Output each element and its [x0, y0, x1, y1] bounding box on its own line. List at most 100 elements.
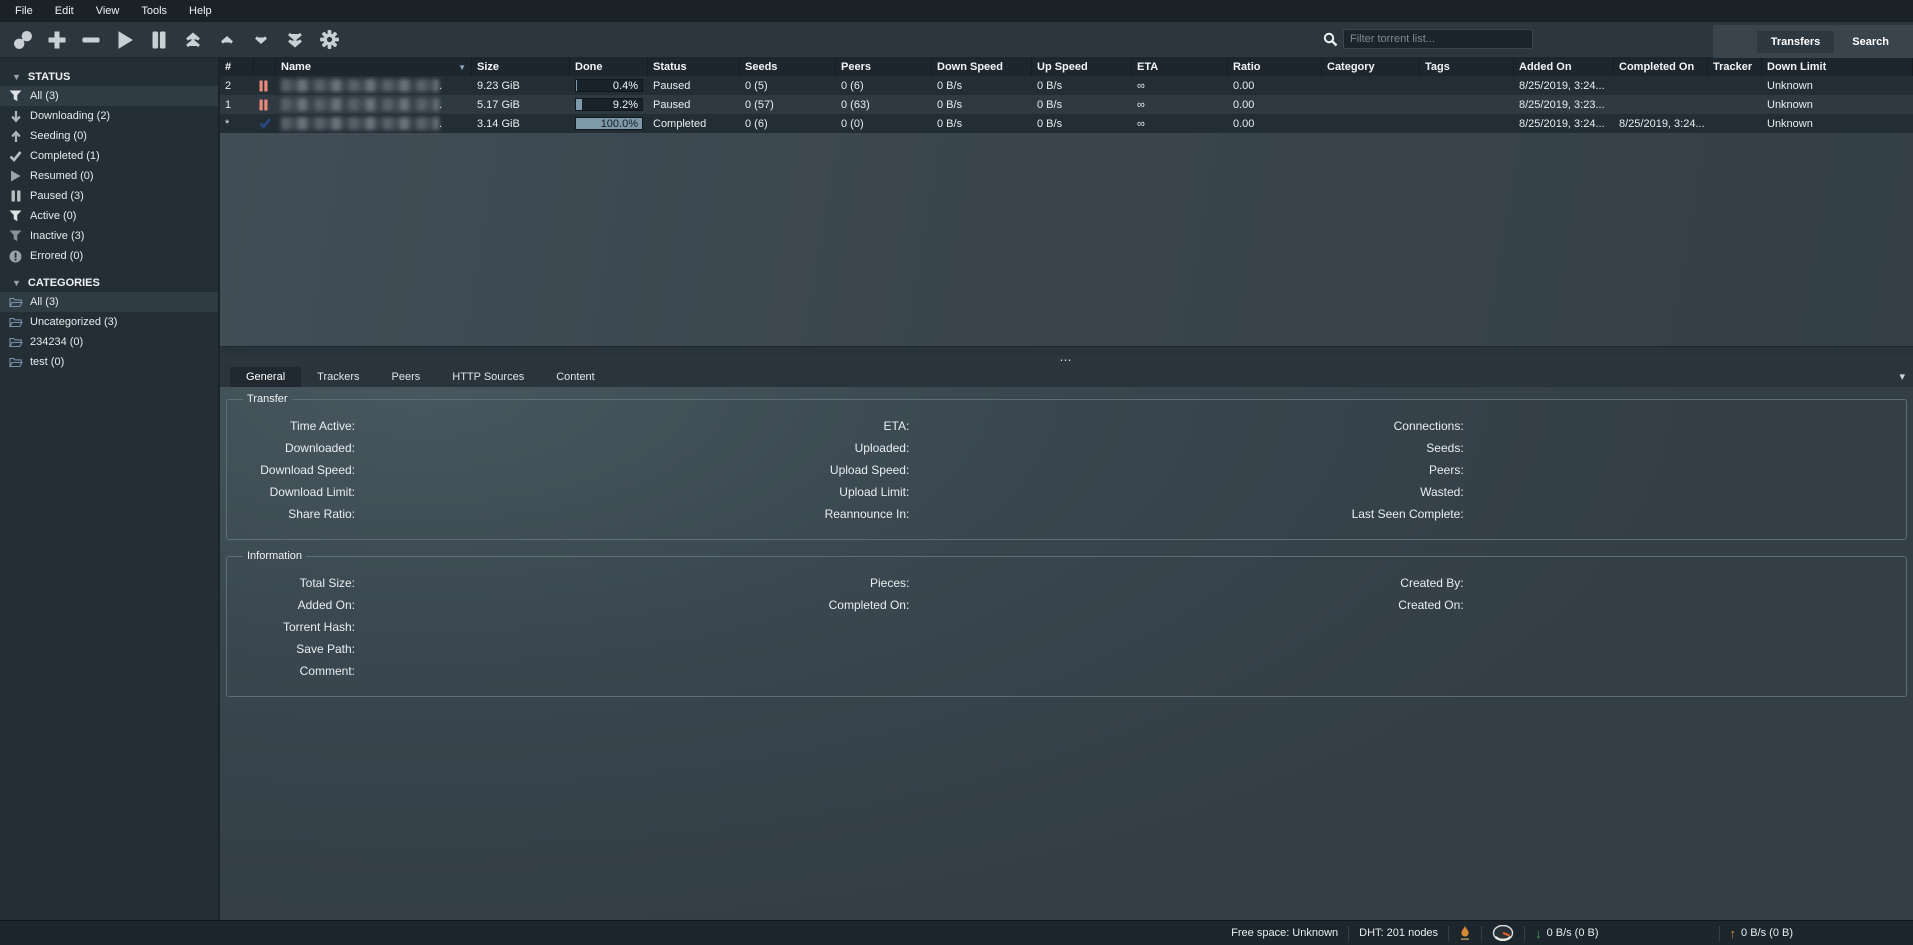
sidebar-item-label: Seeding (0) [30, 130, 87, 142]
move-up-button[interactable] [210, 25, 244, 55]
download-arrow-icon: ↓ [1535, 926, 1542, 941]
toolbar: Transfers Search [0, 22, 1913, 58]
cell-num: 2 [220, 76, 254, 95]
sidebar-item-label: Uncategorized (3) [30, 316, 117, 328]
cell-ratio: 0.00 [1228, 114, 1322, 133]
col-header-done[interactable]: Done [570, 58, 648, 76]
sidebar-category-uncategorized[interactable]: Uncategorized (3) [0, 312, 218, 332]
statusbar-divider [1719, 926, 1720, 941]
status-section-header[interactable]: ▼ STATUS [0, 68, 218, 86]
col-header-num[interactable]: # [220, 58, 254, 76]
sidebar-item-all[interactable]: All (3) [0, 86, 218, 106]
panel-splitter-handle[interactable]: ⋯ [220, 355, 1913, 366]
collapse-caret-icon: ▼ [12, 72, 21, 82]
folder-icon [8, 317, 23, 328]
add-torrent-link-button[interactable] [6, 25, 40, 55]
sidebar-item-resumed[interactable]: Resumed (0) [0, 166, 218, 186]
double-chevron-down-icon [286, 31, 304, 49]
alt-speed-limits-icon[interactable] [1492, 925, 1514, 941]
add-torrent-file-button[interactable] [40, 25, 74, 55]
col-header-ratio[interactable]: Ratio [1228, 58, 1322, 76]
cell-completed-on [1614, 95, 1708, 114]
menu-edit[interactable]: Edit [44, 0, 85, 22]
col-header-completed-on[interactable]: Completed On [1614, 58, 1708, 76]
menu-file[interactable]: File [4, 0, 44, 22]
torrent-table-header: # Name▼ Size Done Status Seeds Peers Dow… [220, 58, 1913, 76]
tab-content[interactable]: Content [540, 367, 611, 387]
categories-header-label: CATEGORIES [28, 277, 100, 289]
sidebar-item-completed[interactable]: Completed (1) [0, 146, 218, 166]
paused-state-icon [259, 99, 268, 111]
col-header-state-icon[interactable] [254, 58, 276, 76]
cell-tracker [1708, 95, 1762, 114]
cell-state [254, 114, 276, 133]
funnel-icon [8, 90, 23, 102]
sidebar-item-inactive[interactable]: Inactive (3) [0, 226, 218, 246]
sidebar-item-seeding[interactable]: Seeding (0) [0, 126, 218, 146]
cell-tracker [1708, 114, 1762, 133]
col-header-up-speed[interactable]: Up Speed [1032, 58, 1132, 76]
col-header-name[interactable]: Name▼ [276, 58, 472, 76]
col-header-status[interactable]: Status [648, 58, 740, 76]
col-header-size[interactable]: Size [472, 58, 570, 76]
torrent-list-area: # Name▼ Size Done Status Seeds Peers Dow… [220, 58, 1913, 920]
plus-icon [47, 30, 67, 50]
col-header-down-speed[interactable]: Down Speed [932, 58, 1032, 76]
sidebar-category-234234[interactable]: 234234 (0) [0, 332, 218, 352]
connection-status-icon[interactable] [1459, 925, 1471, 941]
global-download-speed[interactable]: ↓ 0 B/s (0 B) [1535, 926, 1598, 941]
sidebar-item-downloading[interactable]: Downloading (2) [0, 106, 218, 126]
cell-done: 100.0% [570, 114, 648, 133]
col-header-tags[interactable]: Tags [1420, 58, 1514, 76]
completed-check-icon [259, 118, 271, 129]
cell-size: 3.14 GiB [472, 114, 570, 133]
col-header-eta[interactable]: ETA [1132, 58, 1228, 76]
col-header-down-limit[interactable]: Down Limit [1762, 58, 1913, 76]
tab-search[interactable]: Search [1838, 31, 1903, 53]
col-header-seeds[interactable]: Seeds [740, 58, 836, 76]
filter-area [1323, 29, 1533, 49]
cell-down-speed: 0 B/s [932, 95, 1032, 114]
delete-torrent-button[interactable] [74, 25, 108, 55]
field-label: Download Limit: [235, 485, 355, 499]
table-row[interactable]: 1 . 5.17 GiB 9.2% Paused 0 (57) 0 (63) 0… [220, 95, 1913, 114]
sidebar-item-active[interactable]: Active (0) [0, 206, 218, 226]
categories-section-header[interactable]: ▼ CATEGORIES [0, 274, 218, 292]
tab-overflow-caret-icon[interactable]: ▾ [1899, 370, 1905, 383]
cell-seeds: 0 (57) [740, 95, 836, 114]
tab-http-sources[interactable]: HTTP Sources [436, 367, 540, 387]
move-bottom-button[interactable] [278, 25, 312, 55]
menu-view[interactable]: View [85, 0, 131, 22]
move-down-button[interactable] [244, 25, 278, 55]
col-header-peers[interactable]: Peers [836, 58, 932, 76]
col-header-category[interactable]: Category [1322, 58, 1420, 76]
sidebar-item-paused[interactable]: Paused (3) [0, 186, 218, 206]
options-button[interactable] [312, 25, 346, 55]
table-row[interactable]: 2 . 9.23 GiB 0.4% Paused 0 (5) 0 (6) 0 B… [220, 76, 1913, 95]
col-header-tracker[interactable]: Tracker [1708, 58, 1762, 76]
col-header-added-on[interactable]: Added On [1514, 58, 1614, 76]
minus-icon [81, 30, 101, 50]
cell-state [254, 76, 276, 95]
resume-button[interactable] [108, 25, 142, 55]
sidebar-category-test[interactable]: test (0) [0, 352, 218, 372]
menu-help[interactable]: Help [178, 0, 223, 22]
main-tab-strip: Transfers Search [1713, 25, 1913, 58]
collapse-caret-icon: ▼ [12, 278, 21, 288]
table-row[interactable]: * . 3.14 GiB 100.0% Completed 0 (6) 0 (0… [220, 114, 1913, 133]
sidebar-category-all[interactable]: All (3) [0, 292, 218, 312]
pause-button[interactable] [142, 25, 176, 55]
filter-torrent-input[interactable] [1343, 29, 1533, 49]
tab-general[interactable]: General [230, 367, 301, 387]
free-space-label: Free space: Unknown [1231, 927, 1338, 939]
field-label: Peers: [1344, 463, 1464, 477]
field-label: Downloaded: [235, 441, 355, 455]
sidebar-item-errored[interactable]: Errored (0) [0, 246, 218, 266]
move-top-button[interactable] [176, 25, 210, 55]
global-upload-speed[interactable]: ↑ 0 B/s (0 B) [1730, 926, 1793, 941]
cell-num: * [220, 114, 254, 133]
tab-transfers[interactable]: Transfers [1757, 31, 1835, 53]
tab-trackers[interactable]: Trackers [301, 367, 375, 387]
tab-peers[interactable]: Peers [376, 367, 437, 387]
menu-tools[interactable]: Tools [130, 0, 178, 22]
